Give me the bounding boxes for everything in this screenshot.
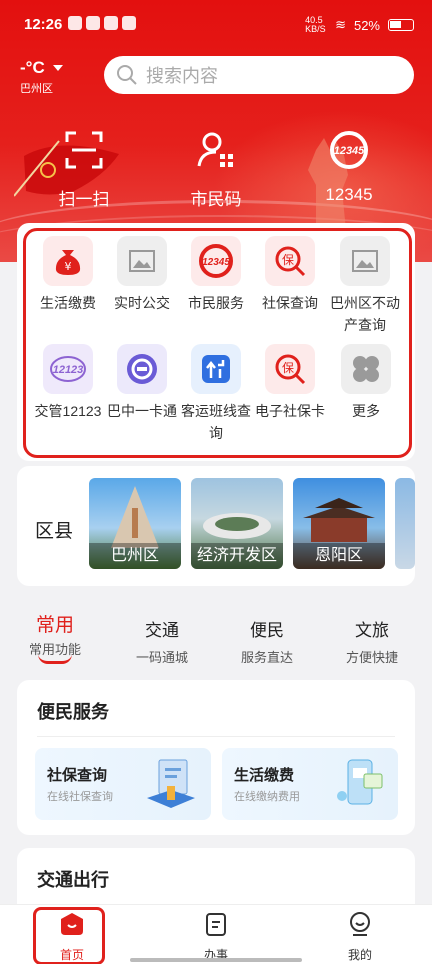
tile-social-security-query[interactable]: 社保查询 在线社保查询 <box>35 748 211 820</box>
status-time: 12:26 <box>24 16 63 33</box>
tile-subtitle: 在线缴纳费用 <box>234 791 300 803</box>
district-label: 经济开发区 <box>191 543 283 569</box>
quick-12345[interactable]: 12345 12345 <box>289 130 409 205</box>
tile-title: 社保查询 <box>47 767 108 784</box>
tile-utility-payment[interactable]: 生活缴费 在线缴纳费用 <box>222 748 398 820</box>
tab-title: 文旅 <box>355 621 389 640</box>
search-input[interactable]: 搜索内容 <box>104 56 414 94</box>
highlight-box <box>23 228 412 458</box>
nav-highlight-box <box>33 907 105 964</box>
district-label: 恩阳区 <box>293 543 385 569</box>
nav-label: 我的 <box>347 948 372 962</box>
district-section: 区县 巴州区 经济开发区 恩阳区 <box>17 466 415 586</box>
tab-transport[interactable]: 交通 一码通城 <box>117 616 207 666</box>
quick-scan-label: 扫一扫 <box>58 190 110 209</box>
scan-icon <box>65 131 103 169</box>
temperature: -°C <box>20 58 45 77</box>
user-face-icon <box>350 912 370 936</box>
location-label: 巴州区 <box>20 83 53 95</box>
hotline-12345-icon: 12345 <box>330 131 368 169</box>
weather-widget[interactable]: -°C 巴州区 <box>20 58 63 96</box>
nav-services[interactable]: 办事 <box>176 911 256 963</box>
tab-subtitle: 服务直达 <box>240 650 293 665</box>
nav-profile[interactable]: 我的 <box>320 911 400 963</box>
network-speed: 40.5 KB/S <box>305 15 326 34</box>
notification-icons <box>68 16 136 30</box>
citizen-code-icon <box>197 132 233 167</box>
tile-subtitle: 在线社保查询 <box>47 791 113 803</box>
section-title: 交通出行 <box>37 870 109 890</box>
district-card-next[interactable] <box>395 478 415 569</box>
tab-title: 便民 <box>250 621 284 640</box>
district-card-enyang[interactable]: 恩阳区 <box>293 478 385 569</box>
district-label: 巴州区 <box>89 543 181 569</box>
phone-payment-illustration-icon <box>337 759 383 805</box>
section-title: 便民服务 <box>37 702 109 722</box>
status-bar: 12:26 40.5 KB/S ≋ 52% <box>0 0 432 48</box>
convenience-panel: 便民服务 社保查询 在线社保查询 生活缴费 在线缴纳费用 <box>17 680 415 835</box>
tab-convenience[interactable]: 便民 服务直达 <box>222 616 312 666</box>
wifi-icon: ≋ <box>335 17 346 32</box>
district-title: 区县 <box>35 521 74 542</box>
document-illustration-icon <box>147 759 195 808</box>
battery-icon <box>388 19 414 31</box>
quick-scan[interactable]: 扫一扫 <box>24 130 144 210</box>
clipboard-icon <box>206 913 226 936</box>
bottom-nav: 首页 办事 我的 <box>0 904 432 964</box>
district-card-bazhou[interactable]: 巴州区 <box>89 478 181 569</box>
tab-title: 常用 <box>35 615 74 636</box>
quick-citizen-code[interactable]: 市民码 <box>156 130 276 210</box>
tab-culture-travel[interactable]: 文旅 方便快捷 <box>327 616 417 666</box>
search-placeholder: 搜索内容 <box>146 66 218 86</box>
tab-title: 交通 <box>145 621 179 640</box>
quick-citizen-code-label: 市民码 <box>190 190 242 209</box>
tab-subtitle: 常用功能 <box>28 642 81 657</box>
tab-common[interactable]: 常用 常用功能 <box>10 610 100 664</box>
gesture-bar <box>130 958 302 962</box>
quick-12345-label: 12345 <box>325 185 373 204</box>
search-icon <box>117 65 137 85</box>
tab-subtitle: 方便快捷 <box>345 650 398 665</box>
battery-percent: 52% <box>353 17 380 33</box>
svg-text:12345: 12345 <box>334 145 365 157</box>
chevron-down-icon[interactable] <box>52 65 63 71</box>
tile-title: 生活缴费 <box>234 767 295 784</box>
tab-subtitle: 一码通城 <box>135 650 188 665</box>
district-card-econ-zone[interactable]: 经济开发区 <box>191 478 283 569</box>
